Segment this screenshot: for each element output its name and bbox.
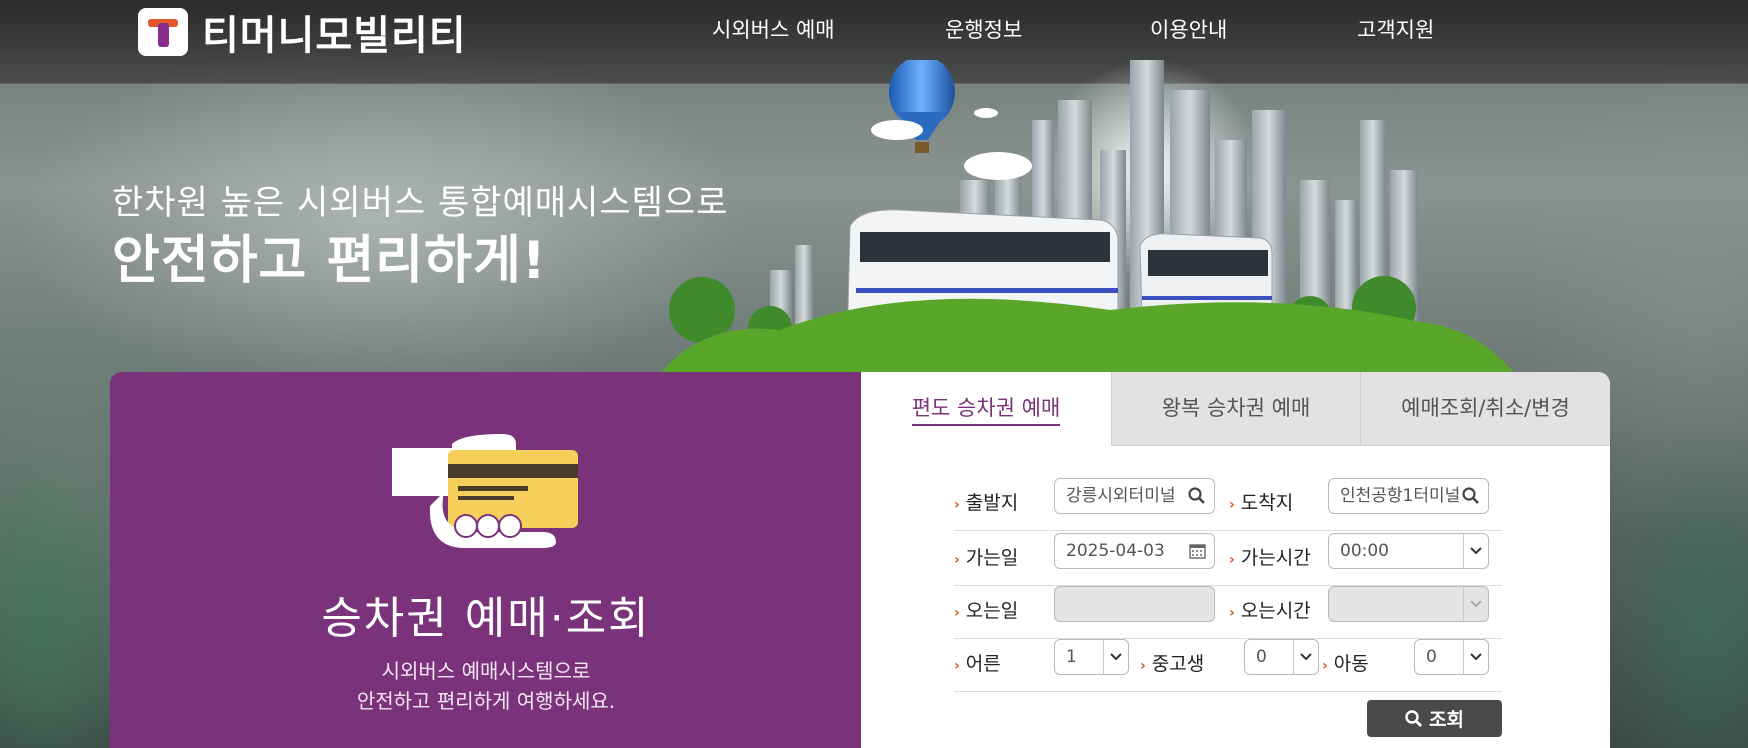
card-payment-icon <box>392 434 578 548</box>
nav-item-usage-guide[interactable]: 이용안내 <box>1150 14 1227 44</box>
go-time-label-text: 가는시간 <box>1240 547 1311 569</box>
adult-label: › 어른 <box>954 649 1001 676</box>
search-button-label: 조회 <box>1429 709 1464 731</box>
chevron-down-icon <box>1463 587 1488 621</box>
promo-description-line2: 안전하고 편리하게 여행하세요. <box>356 689 616 713</box>
chevron-down-icon <box>1463 640 1488 674</box>
chevron-right-icon: › <box>954 497 960 513</box>
nav-item-intercity-bus-booking[interactable]: 시외버스 예매 <box>712 14 835 44</box>
youth-label: › 중고생 <box>1140 649 1204 676</box>
ticket-promo-panel: 승차권 예매·조회 시외버스 예매시스템으로 안전하고 편리하게 여행하세요. <box>110 372 876 748</box>
calendar-icon[interactable] <box>1189 534 1206 568</box>
youth-count-value: 0 <box>1256 647 1267 667</box>
child-label: › 아동 <box>1322 649 1369 676</box>
arrival-label: › 도착지 <box>1229 488 1293 515</box>
search-icon <box>1405 709 1423 727</box>
tab-label: 왕복 승차권 예매 <box>1161 396 1311 420</box>
go-time-value: 00:00 <box>1340 541 1389 561</box>
tab-reservation-lookup[interactable]: 예매조회/취소/변경 <box>1360 372 1610 446</box>
go-date-value: 2025-04-03 <box>1066 541 1165 561</box>
adult-label-text: 어른 <box>965 653 1001 675</box>
departure-value: 강릉시외터미널 <box>1066 486 1176 506</box>
departure-input[interactable]: 강릉시외터미널 <box>1054 478 1215 514</box>
chevron-right-icon: › <box>1140 658 1146 674</box>
return-datetime-row: › 오는일 › 오는시간 <box>954 586 1502 639</box>
chevron-down-icon <box>1103 640 1128 674</box>
logo[interactable]: 티머니모빌리티 <box>138 8 467 59</box>
arrival-input[interactable]: 인천공항1터미널 <box>1328 478 1489 514</box>
youth-count-select[interactable]: 0 <box>1244 639 1319 675</box>
child-count-select[interactable]: 0 <box>1414 639 1489 675</box>
go-time-select[interactable]: 00:00 <box>1328 533 1489 569</box>
child-count-value: 0 <box>1426 647 1437 667</box>
chevron-right-icon: › <box>1229 497 1235 513</box>
go-date-label-text: 가는일 <box>965 547 1019 569</box>
go-date-label: › 가는일 <box>954 543 1018 570</box>
booking-tabs: 편도 승차권 예매 왕복 승차권 예매 예매조회/취소/변경 <box>861 372 1610 446</box>
passenger-row: › 어른 1 › 중고생 0 › 아동 0 <box>954 639 1502 692</box>
chevron-right-icon: › <box>954 605 960 621</box>
city-bus-illustration <box>660 60 1520 380</box>
chevron-down-icon <box>1293 640 1318 674</box>
tab-label: 예매조회/취소/변경 <box>1401 396 1570 420</box>
youth-label-text: 중고생 <box>1151 653 1205 675</box>
hero-subtitle: 한차원 높은 시외버스 통합예매시스템으로 <box>112 183 729 223</box>
adult-count-value: 1 <box>1066 647 1077 667</box>
departure-label: › 출발지 <box>954 488 1018 515</box>
nav-item-customer-support[interactable]: 고객지원 <box>1357 14 1434 44</box>
tab-round-trip-booking[interactable]: 왕복 승차권 예매 <box>1111 372 1360 446</box>
go-time-label: › 가는시간 <box>1229 543 1311 570</box>
booking-form-panel: 편도 승차권 예매 왕복 승차권 예매 예매조회/취소/변경 › 출발지 강릉시외… <box>861 372 1610 748</box>
return-time-label: › 오는시간 <box>1229 596 1311 623</box>
tmoney-logo-icon <box>138 8 188 56</box>
chevron-right-icon: › <box>1229 552 1235 568</box>
route-row: › 출발지 강릉시외터미널 › 도착지 인천공항1터미널 <box>954 478 1502 531</box>
search-icon[interactable] <box>1188 479 1206 513</box>
adult-count-select[interactable]: 1 <box>1054 639 1129 675</box>
hero-title: 안전하고 편리하게! <box>112 231 547 291</box>
go-date-input[interactable]: 2025-04-03 <box>1054 533 1215 569</box>
departure-datetime-row: › 가는일 2025-04-03 › 가는시간 00:00 <box>954 533 1502 586</box>
chevron-right-icon: › <box>954 552 960 568</box>
return-date-input[interactable] <box>1054 586 1215 622</box>
chevron-right-icon: › <box>1322 658 1328 674</box>
search-icon[interactable] <box>1462 479 1480 513</box>
search-button[interactable]: 조회 <box>1367 700 1502 737</box>
chevron-right-icon: › <box>1229 605 1235 621</box>
logo-text: 티머니모빌리티 <box>202 13 467 59</box>
return-time-label-text: 오는시간 <box>1240 600 1311 622</box>
chevron-down-icon <box>1463 534 1488 568</box>
arrival-value: 인천공항1터미널 <box>1340 486 1461 506</box>
return-date-label: › 오는일 <box>954 596 1018 623</box>
child-label-text: 아동 <box>1333 653 1369 675</box>
departure-label-text: 출발지 <box>965 492 1019 514</box>
tab-one-way-booking[interactable]: 편도 승차권 예매 <box>861 372 1111 446</box>
background-foliage-right <box>1608 430 1748 748</box>
tab-label: 편도 승차권 예매 <box>911 396 1061 426</box>
return-time-select[interactable] <box>1328 586 1489 622</box>
chevron-right-icon: › <box>954 658 960 674</box>
cloud-icon <box>871 108 1032 180</box>
return-date-label-text: 오는일 <box>965 600 1019 622</box>
nav-item-operation-info[interactable]: 운행정보 <box>945 14 1022 44</box>
promo-description-line1: 시외버스 예매시스템으로 <box>381 659 591 683</box>
promo-title: 승차권 예매·조회 <box>321 593 651 644</box>
arrival-label-text: 도착지 <box>1240 492 1294 514</box>
